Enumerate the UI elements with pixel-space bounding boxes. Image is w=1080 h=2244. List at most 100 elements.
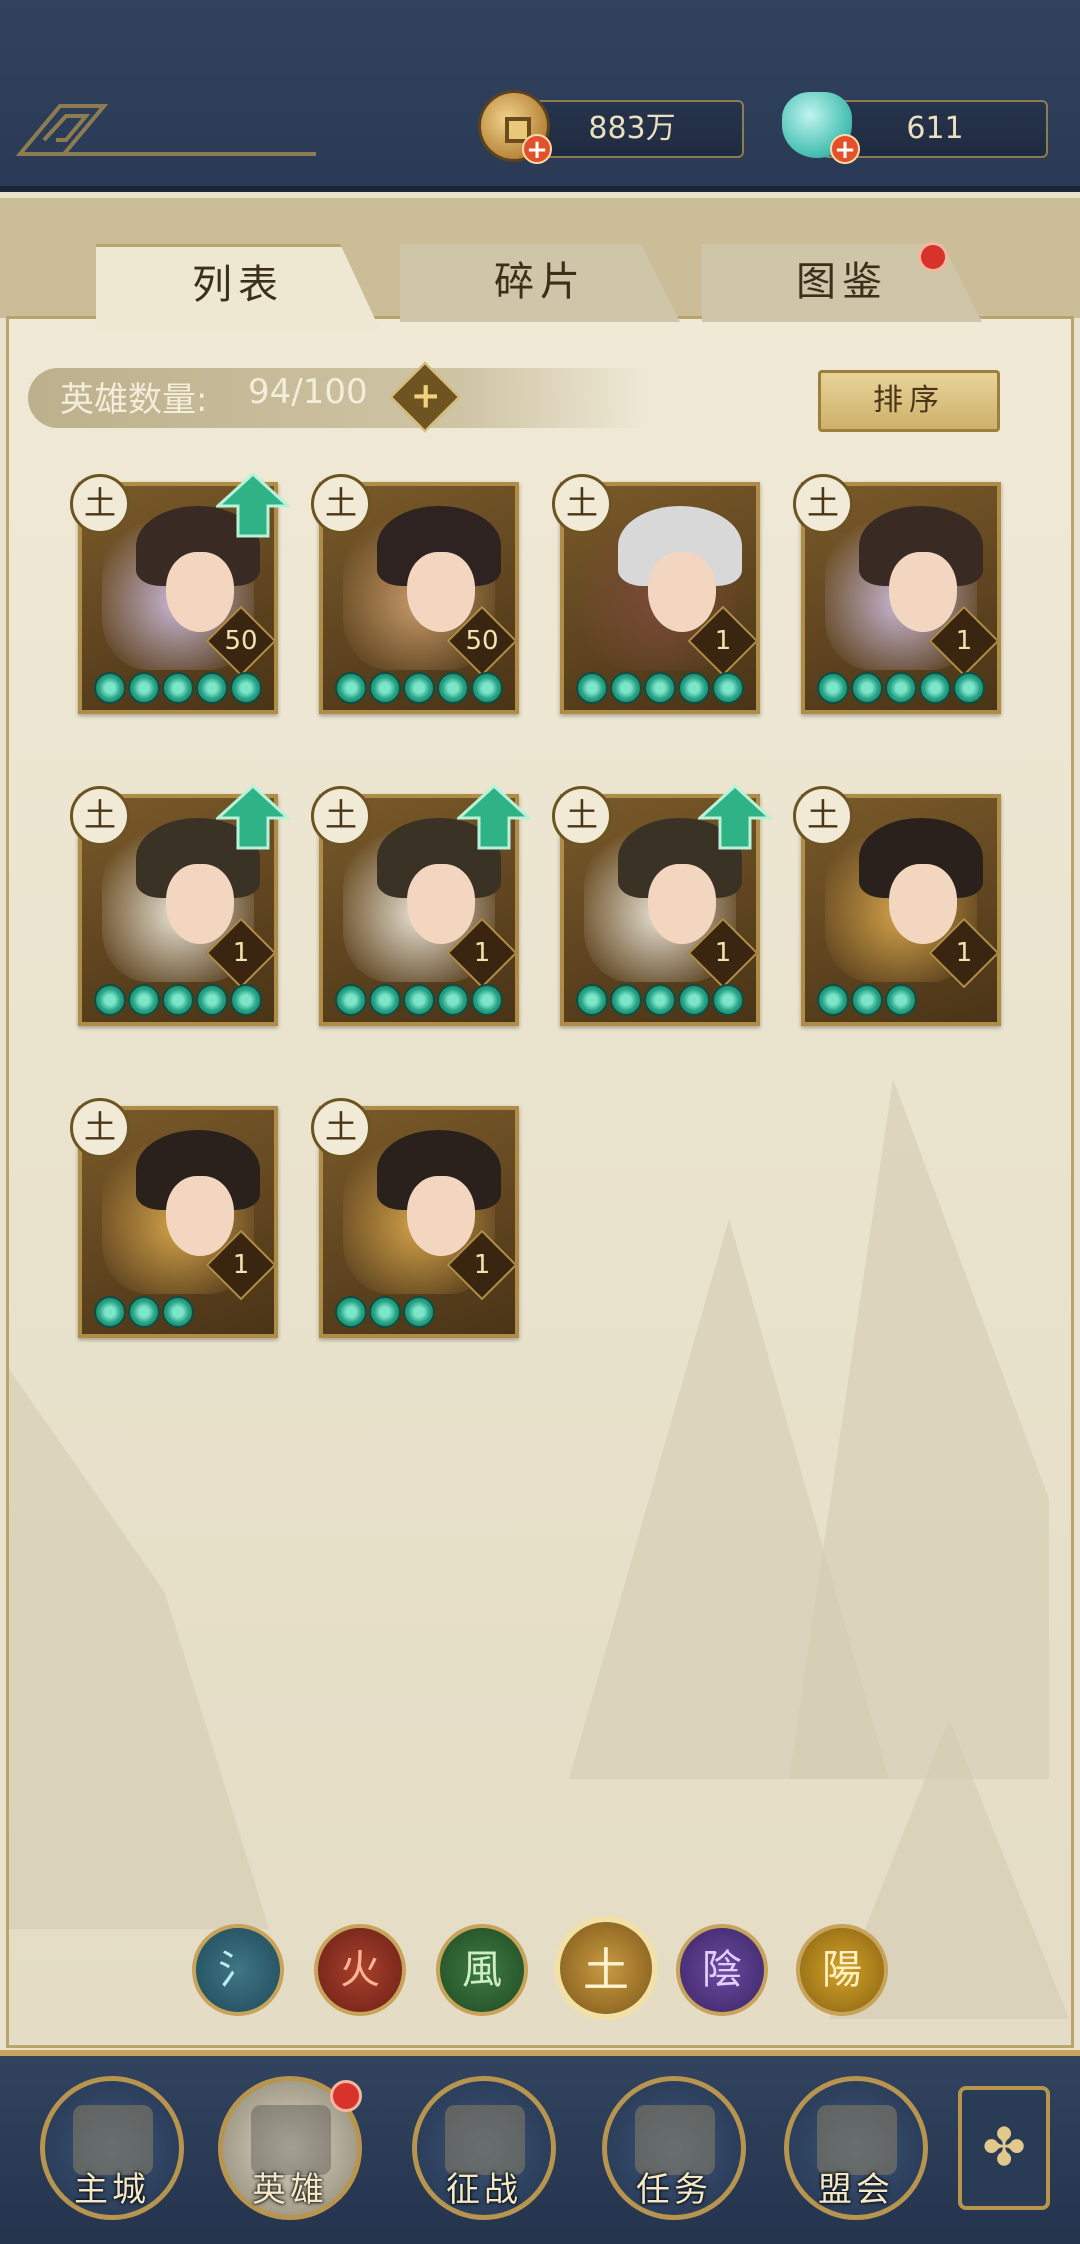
star-icon — [335, 672, 367, 704]
earth-element-icon: 土 — [793, 474, 853, 534]
top-ornament — [15, 104, 316, 156]
hero-stars — [576, 984, 744, 1016]
star-icon — [369, 984, 401, 1016]
tab-collection-label: 图鉴 — [796, 259, 888, 305]
filter-yang-button[interactable]: 陽 — [796, 1924, 888, 2016]
tab-list-label: 列表 — [192, 262, 284, 308]
nav-campaign[interactable]: 征战 — [412, 2076, 556, 2220]
earth-element-icon: 土 — [793, 786, 853, 846]
hero-card[interactable]: 土1 — [311, 1098, 519, 1338]
star-icon — [851, 984, 883, 1016]
hero-card[interactable]: 土1 — [311, 784, 531, 1026]
filter-water-glyph: 氵 — [218, 1947, 258, 1993]
earth-element-icon: 土 — [311, 786, 371, 846]
coin-balance: 883万 — [520, 100, 744, 158]
earth-element-icon: 土 — [70, 786, 130, 846]
nav-heroes-badge — [330, 2080, 362, 2112]
nav-guild-label: 盟会 — [818, 2170, 894, 2210]
more-menu-icon: ✤ — [982, 2118, 1026, 2178]
add-gems-icon[interactable]: + — [830, 134, 860, 164]
hero-level: 1 — [232, 938, 250, 968]
nav-guild[interactable]: 盟会 — [784, 2076, 928, 2220]
hero-count-label: 英雄数量: — [60, 380, 208, 420]
nav-tasks[interactable]: 任务 — [602, 2076, 746, 2220]
filter-water-button[interactable]: 氵 — [192, 1924, 284, 2016]
earth-element-icon: 土 — [70, 1098, 130, 1158]
hero-card[interactable]: 土 50 — [70, 472, 290, 714]
filter-wind-button[interactable]: 風 — [436, 1924, 528, 2016]
nav-heroes-label: 英雄 — [252, 2170, 328, 2210]
filter-yin-glyph: 陰 — [702, 1947, 742, 1993]
hero-stars — [576, 672, 744, 704]
filter-yang-glyph: 陽 — [822, 1947, 862, 1993]
earth-element-icon: 土 — [311, 474, 371, 534]
hero-count-value: 94/100 — [248, 372, 368, 412]
star-icon — [610, 672, 642, 704]
hero-card[interactable]: 土1 — [552, 784, 772, 1026]
hero-card[interactable]: 土1 — [793, 786, 1001, 1026]
plus-icon: + — [410, 375, 441, 417]
sort-button[interactable]: 排序 — [818, 370, 1000, 432]
star-icon — [94, 1296, 126, 1328]
star-icon — [403, 672, 435, 704]
star-icon — [678, 672, 710, 704]
gem-amount: 611 — [906, 111, 964, 146]
star-icon — [128, 984, 160, 1016]
star-icon — [94, 984, 126, 1016]
hero-level: 1 — [714, 938, 732, 968]
hero-card[interactable]: 土1 — [793, 474, 1001, 714]
earth-element-icon: 土 — [70, 474, 130, 534]
star-icon — [437, 984, 469, 1016]
star-icon — [162, 984, 194, 1016]
filter-fire-button[interactable]: 火 — [314, 1924, 406, 2016]
hero-stars — [94, 1296, 194, 1328]
hero-card[interactable]: 土1 — [70, 784, 290, 1026]
star-icon — [230, 672, 262, 704]
more-menu-button[interactable]: ✤ — [958, 2086, 1050, 2210]
star-icon — [610, 984, 642, 1016]
tab-list[interactable]: 列表 — [96, 244, 380, 330]
filter-yin-button[interactable]: 陰 — [676, 1924, 768, 2016]
star-icon — [678, 984, 710, 1016]
filter-earth-button[interactable]: 土 — [554, 1916, 658, 2020]
star-icon — [712, 984, 744, 1016]
tab-fragments[interactable]: 碎片 — [400, 244, 680, 322]
filter-earth-glyph: 土 — [583, 1943, 629, 1997]
sort-button-label: 排序 — [873, 383, 945, 418]
hero-stars — [817, 984, 917, 1016]
star-icon — [817, 672, 849, 704]
hero-level: 50 — [465, 626, 499, 656]
star-icon — [369, 672, 401, 704]
nav-tasks-label: 任务 — [636, 2170, 712, 2210]
star-icon — [885, 984, 917, 1016]
notification-dot — [918, 242, 948, 272]
star-icon — [196, 672, 228, 704]
earth-element-icon: 土 — [311, 1098, 371, 1158]
star-icon — [230, 984, 262, 1016]
star-icon — [128, 1296, 160, 1328]
star-icon — [471, 672, 503, 704]
hero-stars — [335, 672, 503, 704]
tab-fragments-label: 碎片 — [494, 259, 586, 305]
hero-level: 1 — [955, 938, 973, 968]
nav-main-city[interactable]: 主城 — [40, 2076, 184, 2220]
star-icon — [335, 984, 367, 1016]
upgrade-arrow-icon — [698, 784, 772, 850]
star-icon — [712, 672, 744, 704]
hero-card[interactable]: 土1 — [70, 1098, 278, 1338]
earth-element-icon: 土 — [552, 474, 612, 534]
star-icon — [576, 672, 608, 704]
hero-level: 1 — [955, 626, 973, 656]
hero-level: 1 — [473, 938, 491, 968]
star-icon — [817, 984, 849, 1016]
star-icon — [471, 984, 503, 1016]
hero-stars — [335, 984, 503, 1016]
hero-card[interactable]: 土1 — [552, 474, 760, 714]
filter-wind-glyph: 風 — [462, 1947, 502, 1993]
filter-fire-glyph: 火 — [340, 1947, 380, 1993]
star-icon — [403, 984, 435, 1016]
mountain-decoration — [9, 1369, 269, 1929]
hero-card[interactable]: 土 50 — [311, 474, 519, 714]
star-icon — [196, 984, 228, 1016]
add-coins-icon[interactable]: + — [522, 134, 552, 164]
